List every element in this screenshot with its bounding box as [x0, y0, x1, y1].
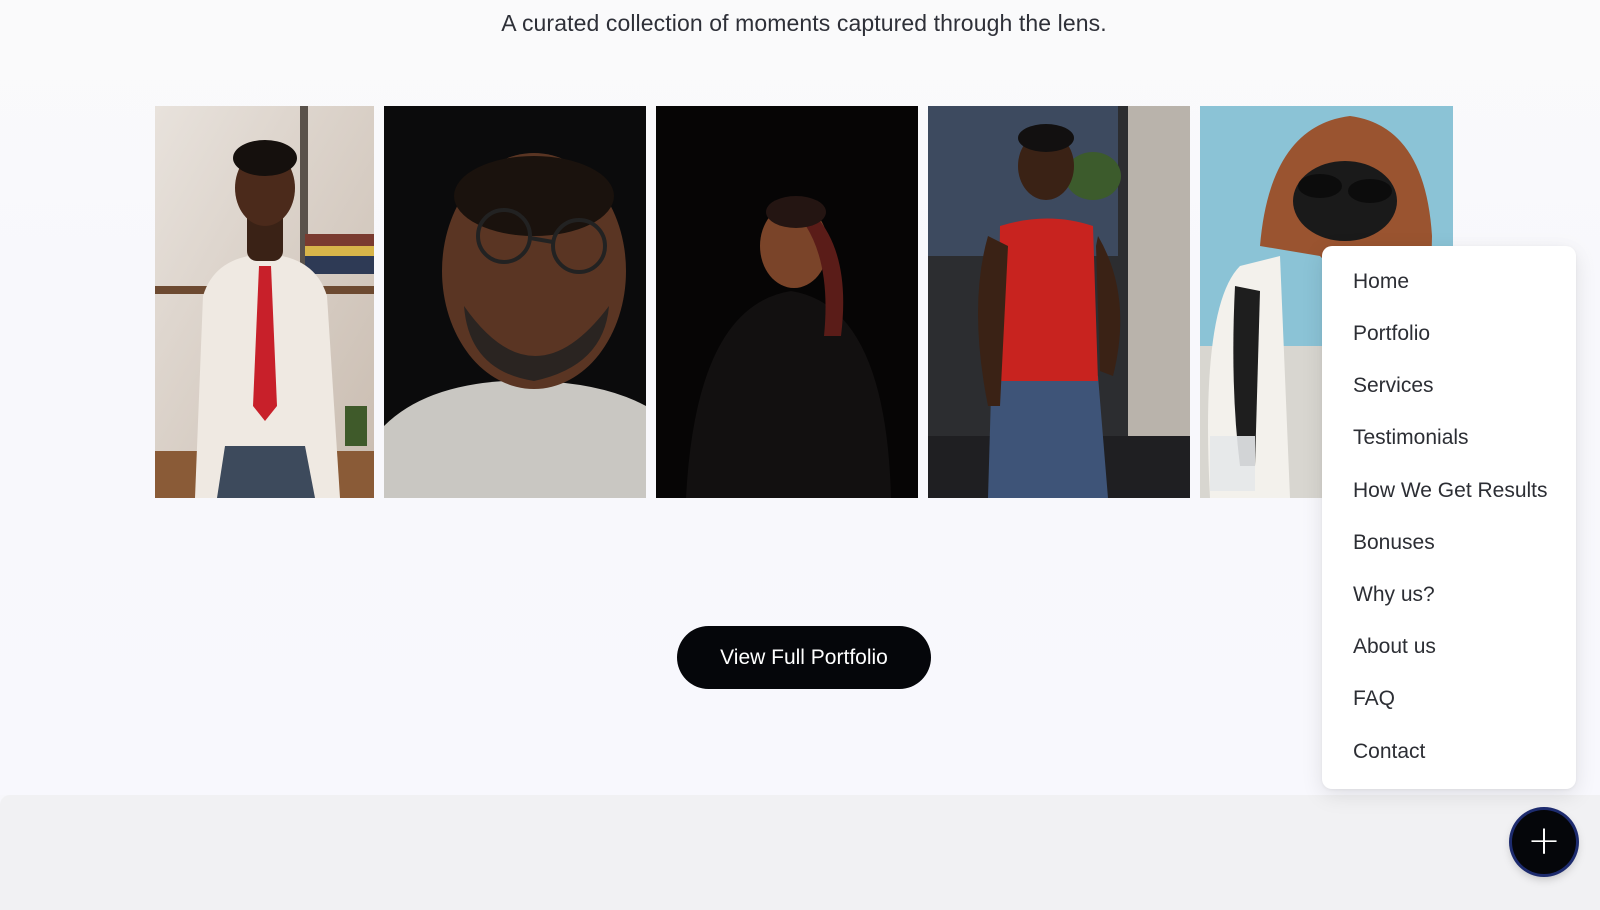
- menu-item-services[interactable]: Services: [1353, 374, 1434, 398]
- photo-image: [928, 106, 1190, 498]
- photo-image: [384, 106, 646, 498]
- photo-image: [155, 106, 374, 498]
- photo-image: [656, 106, 918, 498]
- gallery-photo-man-red-tie[interactable]: [155, 106, 374, 498]
- menu-item-faq[interactable]: FAQ: [1353, 687, 1395, 711]
- gallery-photo-woman-dark[interactable]: [656, 106, 918, 498]
- menu-item-about-us[interactable]: About us: [1353, 635, 1436, 659]
- menu-item-bonuses[interactable]: Bonuses: [1353, 531, 1435, 555]
- footer-section: [0, 795, 1600, 910]
- menu-item-how-we-get-results[interactable]: How We Get Results: [1353, 479, 1548, 503]
- view-full-portfolio-button[interactable]: View Full Portfolio: [677, 626, 931, 689]
- menu-item-home[interactable]: Home: [1353, 270, 1409, 294]
- menu-toggle-button[interactable]: +: [1512, 810, 1576, 874]
- gallery-photo-man-glasses[interactable]: [384, 106, 646, 498]
- menu-item-contact[interactable]: Contact: [1353, 740, 1425, 764]
- gallery-photo-man-red-tank[interactable]: [928, 106, 1190, 498]
- menu-item-why-us[interactable]: Why us?: [1353, 583, 1435, 607]
- menu-item-portfolio[interactable]: Portfolio: [1353, 322, 1430, 346]
- page-subtitle: A curated collection of moments captured…: [501, 10, 1107, 36]
- menu-item-testimonials[interactable]: Testimonials: [1353, 426, 1469, 450]
- navigation-dropdown-menu: Home Portfolio Services Testimonials How…: [1322, 246, 1576, 789]
- plus-icon: +: [1527, 817, 1561, 864]
